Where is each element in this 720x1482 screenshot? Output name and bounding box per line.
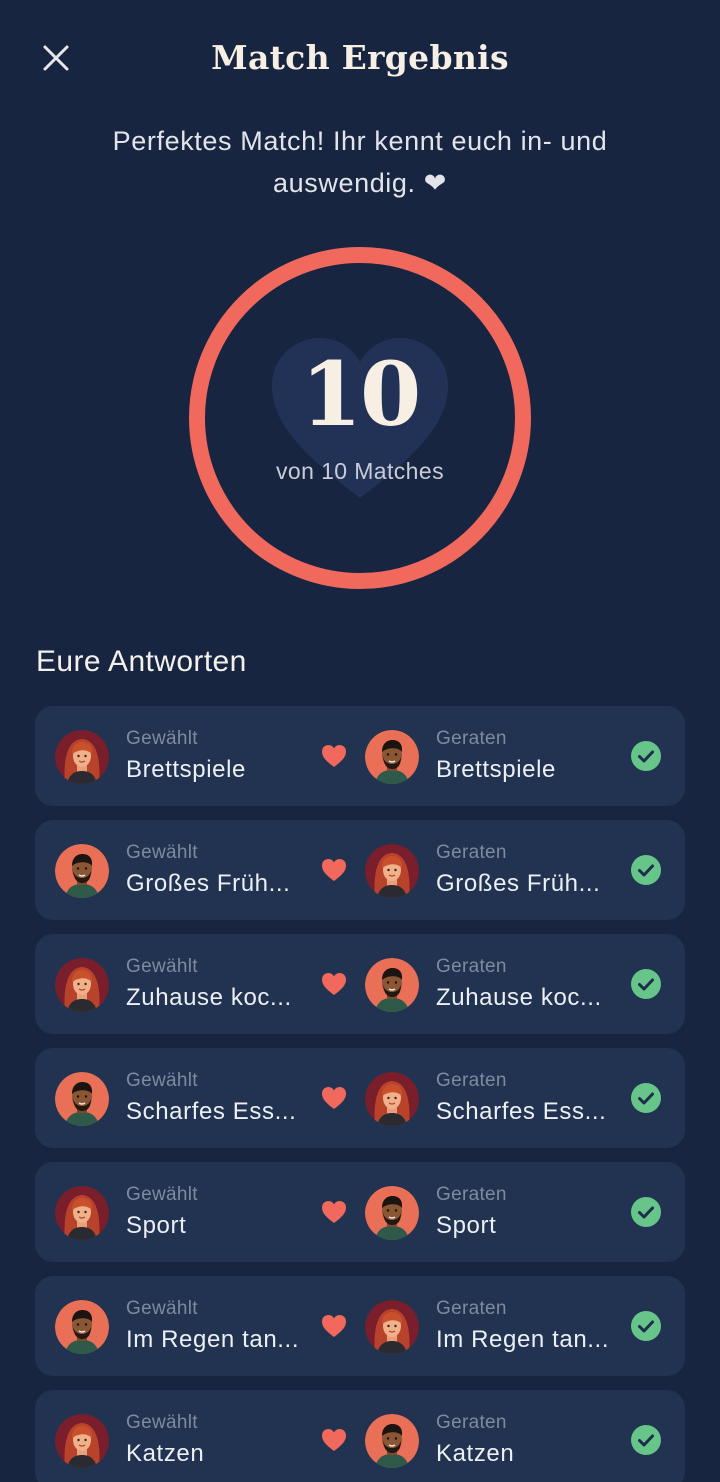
avatar bbox=[55, 730, 109, 784]
chosen-answer: Großes Früh... bbox=[126, 870, 291, 897]
heart-icon bbox=[321, 1200, 347, 1224]
avatar bbox=[365, 958, 419, 1012]
guessed-answer: Sport bbox=[436, 1212, 497, 1239]
chosen-answer: Sport bbox=[126, 1212, 187, 1239]
avatar bbox=[55, 1414, 109, 1468]
chosen-label: Gewählt bbox=[126, 1412, 198, 1433]
avatar bbox=[365, 1072, 419, 1126]
guessed-label: Geraten bbox=[436, 1412, 507, 1433]
check-icon bbox=[631, 969, 661, 999]
chosen-answer: Scharfes Ess... bbox=[126, 1098, 297, 1125]
answer-row: Gewählt Katzen Geraten Katzen bbox=[35, 1390, 685, 1482]
woman-avatar-icon bbox=[55, 1186, 109, 1240]
chosen-label: Gewählt bbox=[126, 956, 198, 977]
avatar bbox=[55, 958, 109, 1012]
score-caption: von 10 Matches bbox=[276, 458, 444, 484]
heart-icon bbox=[321, 1086, 347, 1110]
answer-row: Gewählt Sport Geraten Sport bbox=[35, 1162, 685, 1262]
heart-icon bbox=[321, 1314, 347, 1338]
guessed-answer: Im Regen tan... bbox=[436, 1326, 610, 1353]
answer-list: Gewählt Brettspiele Geraten Brettspiele Gewä… bbox=[35, 706, 685, 1482]
man-avatar-icon bbox=[365, 1414, 419, 1468]
guessed-answer: Großes Früh... bbox=[436, 870, 601, 897]
section-title: Eure Antworten bbox=[36, 645, 247, 678]
heart-icon bbox=[321, 744, 347, 768]
check-icon bbox=[631, 741, 661, 771]
check-icon bbox=[631, 1197, 661, 1227]
avatar bbox=[365, 844, 419, 898]
avatar bbox=[365, 1414, 419, 1468]
chosen-answer: Katzen bbox=[126, 1440, 205, 1467]
answer-row: Gewählt Scharfes Ess... Geraten Scharfes Es… bbox=[35, 1048, 685, 1148]
guessed-label: Geraten bbox=[436, 956, 507, 977]
answer-row: Gewählt Großes Früh... Geraten Großes Früh.… bbox=[35, 820, 685, 920]
guessed-label: Geraten bbox=[436, 1070, 507, 1091]
woman-avatar-icon bbox=[365, 1300, 419, 1354]
woman-avatar-icon bbox=[55, 1414, 109, 1468]
guessed-answer: Zuhause koc... bbox=[436, 984, 602, 1011]
man-avatar-icon bbox=[365, 730, 419, 784]
chosen-label: Gewählt bbox=[126, 728, 198, 749]
man-avatar-icon bbox=[365, 958, 419, 1012]
guessed-answer: Katzen bbox=[436, 1440, 515, 1467]
result-message: Perfektes Match! Ihr kennt euch in- und … bbox=[112, 126, 608, 198]
check-icon bbox=[631, 1425, 661, 1455]
check-icon bbox=[631, 855, 661, 885]
avatar bbox=[365, 1300, 419, 1354]
avatar bbox=[55, 1186, 109, 1240]
guessed-label: Geraten bbox=[436, 1298, 507, 1319]
answer-row: Gewählt Zuhause koc... Geraten Zuhause koc.… bbox=[35, 934, 685, 1034]
answer-row: Gewählt Brettspiele Geraten Brettspiele bbox=[35, 706, 685, 806]
chosen-label: Gewählt bbox=[126, 842, 198, 863]
chosen-label: Gewählt bbox=[126, 1184, 198, 1205]
woman-avatar-icon bbox=[365, 844, 419, 898]
guessed-label: Geraten bbox=[436, 728, 507, 749]
man-avatar-icon bbox=[55, 844, 109, 898]
page-title: Match Ergebnis bbox=[211, 38, 509, 77]
guessed-label: Geraten bbox=[436, 842, 507, 863]
chosen-answer: Brettspiele bbox=[126, 756, 246, 783]
chosen-answer: Zuhause koc... bbox=[126, 984, 292, 1011]
chosen-label: Gewählt bbox=[126, 1298, 198, 1319]
woman-avatar-icon bbox=[55, 958, 109, 1012]
avatar bbox=[365, 1186, 419, 1240]
man-avatar-icon bbox=[365, 1186, 419, 1240]
check-icon bbox=[631, 1083, 661, 1113]
heart-icon bbox=[321, 858, 347, 882]
avatar bbox=[365, 730, 419, 784]
chosen-answer: Im Regen tan... bbox=[126, 1326, 300, 1353]
woman-avatar-icon bbox=[365, 1072, 419, 1126]
man-avatar-icon bbox=[55, 1300, 109, 1354]
guessed-answer: Scharfes Ess... bbox=[436, 1098, 607, 1125]
avatar bbox=[55, 844, 109, 898]
heart-icon bbox=[321, 972, 347, 996]
chosen-label: Gewählt bbox=[126, 1070, 198, 1091]
heart-icon bbox=[321, 1428, 347, 1452]
man-avatar-icon bbox=[55, 1072, 109, 1126]
avatar bbox=[55, 1300, 109, 1354]
score-circle: 10 von 10 Matches bbox=[188, 246, 532, 590]
check-icon bbox=[631, 1311, 661, 1341]
guessed-answer: Brettspiele bbox=[436, 756, 556, 783]
header: Match Ergebnis bbox=[0, 0, 720, 116]
answer-row: Gewählt Im Regen tan... Geraten Im Regen ta… bbox=[35, 1276, 685, 1376]
score-value: 10 bbox=[300, 342, 421, 446]
guessed-label: Geraten bbox=[436, 1184, 507, 1205]
avatar bbox=[55, 1072, 109, 1126]
woman-avatar-icon bbox=[55, 730, 109, 784]
